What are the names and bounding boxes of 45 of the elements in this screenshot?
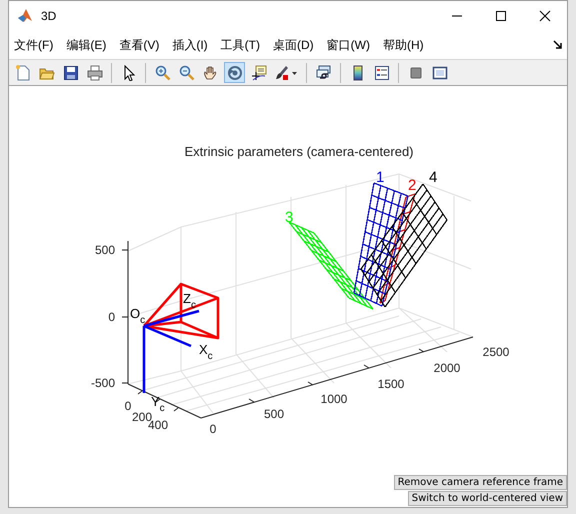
tick-label: 1500	[378, 377, 404, 391]
zoom-out-icon	[178, 64, 194, 80]
new-icon	[14, 64, 30, 80]
close-icon[interactable]	[539, 10, 551, 22]
plot-title: Extrinsic parameters (camera-centered)	[184, 144, 414, 159]
menu-item[interactable]: 文件(F)	[14, 34, 54, 56]
board-label: 3	[285, 209, 294, 226]
menu-item[interactable]: 查看(V)	[119, 34, 160, 56]
save-icon	[62, 64, 78, 80]
menu-item[interactable]: 窗口(W)	[326, 34, 370, 56]
pan-icon	[202, 64, 218, 80]
rotate-icon	[226, 64, 242, 80]
brush-icon	[274, 64, 298, 80]
axis-label: X$_{c}$	[199, 342, 213, 362]
board-label: 4	[429, 169, 438, 186]
tick-label: 1000	[320, 392, 348, 406]
rotate-tool-button[interactable]	[224, 62, 245, 83]
dock-arrow-icon[interactable]	[553, 40, 563, 50]
board-label: 2	[408, 177, 416, 194]
tick-label: 500	[264, 407, 284, 421]
tick-label: 2000	[434, 361, 460, 375]
tick-label: 2500	[482, 345, 510, 359]
link-icon	[316, 64, 332, 80]
menu-item[interactable]: 编辑(E)	[66, 34, 106, 56]
view-toggle-button[interactable]: Remove camera reference frame	[394, 475, 567, 490]
tick-label: -500	[90, 376, 115, 390]
view-toggle-button[interactable]: Switch to world-centered view	[408, 491, 567, 506]
legend-icon	[374, 64, 390, 80]
menu-item[interactable]: 帮助(H)	[382, 34, 424, 56]
print-icon	[86, 64, 102, 80]
menu-item[interactable]: 插入(I)	[172, 34, 208, 56]
tick-label: 0	[124, 399, 132, 413]
window-title: 3D	[41, 9, 58, 23]
board-label: 1	[376, 169, 384, 186]
menu-item[interactable]: 桌面(D)	[272, 34, 314, 56]
app-logo-icon	[17, 8, 33, 24]
data-cursor-icon	[250, 64, 266, 80]
maximize-icon[interactable]	[495, 10, 507, 22]
menu-item[interactable]: 工具(T)	[220, 34, 260, 56]
axis-label: O$_{c}$	[130, 306, 146, 326]
zoom-in-icon	[154, 64, 170, 80]
tick-label: 0	[108, 310, 115, 324]
tick-label: 0	[210, 422, 216, 436]
axis-label: Y$_{c}$	[151, 394, 165, 414]
tick-label: 500	[94, 243, 115, 257]
